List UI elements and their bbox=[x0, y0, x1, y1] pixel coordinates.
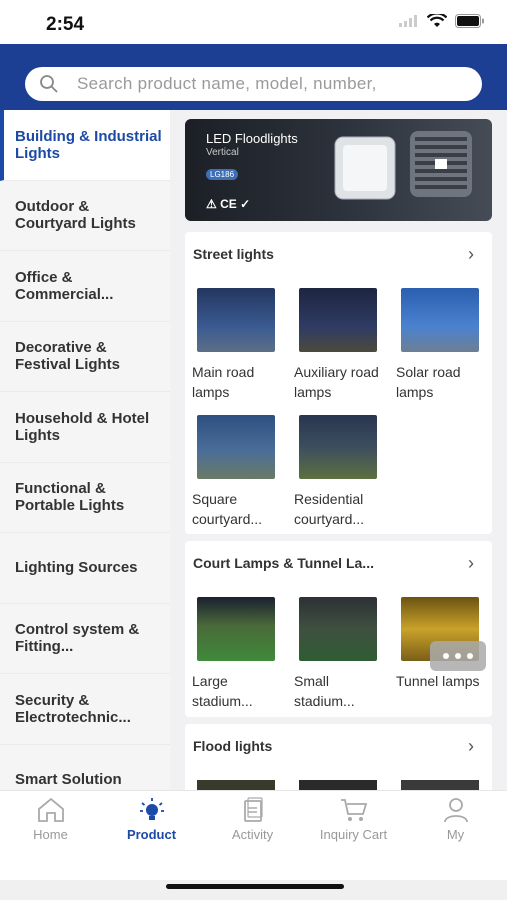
sidebar-item-outdoor-courtyard[interactable]: Outdoor & Courtyard Lights bbox=[0, 181, 170, 251]
header bbox=[0, 44, 507, 110]
promo-banner[interactable]: LED Floodlights Vertical LG186 ⚠ CE ✓ bbox=[185, 119, 492, 221]
tab-my[interactable]: My bbox=[405, 797, 506, 842]
sidebar-item-decorative-festival[interactable]: Decorative & Festival Lights bbox=[0, 322, 170, 392]
sidebar-item-household-hotel[interactable]: Household & Hotel Lights bbox=[0, 392, 170, 463]
search-bar[interactable] bbox=[25, 67, 482, 101]
product-image bbox=[401, 288, 479, 352]
tab-activity[interactable]: Activity bbox=[202, 797, 303, 842]
home-icon bbox=[37, 797, 64, 822]
banner-tag: LG186 bbox=[206, 169, 239, 180]
sidebar-item-label: Household & Hotel Lights bbox=[15, 409, 150, 444]
product-label: Residential courtyard... bbox=[294, 491, 365, 527]
sidebar-item-label: Security & Electrotechnic... bbox=[15, 691, 131, 726]
category-card-court-tunnel-lamps: Court Lamps & Tunnel La... › Large stadi… bbox=[185, 541, 492, 717]
category-sidebar: Building & Industrial Lights Outdoor & C… bbox=[0, 110, 170, 790]
home-indicator-area bbox=[0, 880, 507, 900]
tab-label: Product bbox=[126, 827, 177, 842]
dot-icon bbox=[467, 653, 473, 659]
card-header[interactable]: Street lights › bbox=[185, 232, 492, 276]
product-label: Solar road lamps bbox=[396, 364, 461, 400]
floodlight-image bbox=[334, 131, 472, 200]
product-tile[interactable]: Auxiliary road lamps bbox=[294, 288, 384, 402]
sidebar-item-label: Outdoor & Courtyard Lights bbox=[15, 198, 136, 233]
document-icon bbox=[243, 797, 263, 822]
chevron-right-icon[interactable]: › bbox=[468, 244, 474, 265]
product-tile[interactable]: Square courtyard... bbox=[192, 415, 282, 529]
status-bar: 2:54 bbox=[0, 0, 507, 44]
sidebar-item-label: Office & Commercial... bbox=[15, 268, 114, 303]
home-indicator[interactable] bbox=[166, 884, 344, 889]
category-card-flood-lights: Flood lights › bbox=[185, 724, 492, 790]
bottom-tab-bar: Home Product Activity Inquiry Cart My bbox=[0, 790, 507, 880]
product-tile[interactable]: Residential courtyard... bbox=[294, 415, 384, 529]
product-tile[interactable]: Large stadium... bbox=[192, 597, 282, 711]
lightbulb-icon bbox=[139, 798, 164, 820]
user-icon bbox=[443, 798, 468, 823]
sidebar-item-label: Smart Solution bbox=[15, 770, 122, 788]
sidebar-item-functional-portable[interactable]: Functional & Portable Lights bbox=[0, 463, 170, 533]
product-label: Small stadium... bbox=[294, 673, 355, 709]
dot-icon bbox=[455, 653, 461, 659]
tab-inquiry-cart[interactable]: Inquiry Cart bbox=[303, 797, 404, 842]
product-image bbox=[299, 288, 377, 352]
product-tile[interactable]: Solar road lamps bbox=[396, 288, 486, 402]
product-image-strip bbox=[197, 780, 487, 790]
sidebar-item-label: Building & Industrial Lights bbox=[15, 127, 162, 162]
sidebar-item-control-system[interactable]: Control system & Fitting... bbox=[0, 604, 170, 674]
category-card-street-lights: Street lights › Main road lamps Auxiliar… bbox=[185, 232, 492, 534]
card-header[interactable]: Flood lights › bbox=[185, 724, 492, 768]
tab-label: Home bbox=[33, 827, 68, 842]
sidebar-item-building-industrial[interactable]: Building & Industrial Lights bbox=[0, 110, 170, 181]
signal-icon bbox=[399, 15, 417, 27]
sidebar-item-label: Functional & Portable Lights bbox=[15, 480, 125, 515]
banner-subtitle: Vertical bbox=[206, 147, 239, 158]
sidebar-item-office-commercial[interactable]: Office & Commercial... bbox=[0, 251, 170, 322]
product-label: Large stadium... bbox=[192, 673, 253, 709]
chevron-right-icon[interactable]: › bbox=[468, 553, 474, 574]
card-title: Court Lamps & Tunnel La... bbox=[193, 555, 374, 571]
search-icon bbox=[40, 75, 58, 93]
product-tile[interactable]: Small stadium... bbox=[294, 597, 384, 711]
status-time: 2:54 bbox=[46, 14, 85, 35]
product-image bbox=[299, 597, 377, 661]
product-image bbox=[197, 288, 275, 352]
sidebar-item-label: Lighting Sources bbox=[15, 559, 138, 577]
product-tile[interactable]: Main road lamps bbox=[192, 288, 282, 402]
product-content: LED Floodlights Vertical LG186 ⚠ CE ✓ St… bbox=[170, 110, 507, 790]
cart-icon bbox=[340, 799, 367, 821]
tab-home[interactable]: Home bbox=[0, 797, 101, 842]
product-label: Square courtyard... bbox=[192, 491, 263, 527]
tab-label: Inquiry Cart bbox=[319, 827, 388, 842]
product-image bbox=[197, 597, 275, 661]
sidebar-item-smart-solution[interactable]: Smart Solution bbox=[0, 745, 170, 791]
product-image bbox=[197, 415, 275, 479]
sidebar-item-label: Decorative & Festival Lights bbox=[15, 339, 121, 374]
tab-label: My bbox=[446, 827, 465, 842]
card-title: Flood lights bbox=[193, 738, 273, 754]
chat-button[interactable] bbox=[430, 641, 486, 671]
banner-title: LED Floodlights bbox=[206, 131, 298, 146]
wifi-icon bbox=[427, 14, 447, 27]
dot-icon bbox=[443, 653, 449, 659]
sidebar-item-lighting-sources[interactable]: Lighting Sources bbox=[0, 533, 170, 604]
sidebar-item-security-electrotechnic[interactable]: Security & Electrotechnic... bbox=[0, 674, 170, 745]
tab-label: Activity bbox=[231, 827, 274, 842]
status-icons bbox=[399, 14, 485, 28]
product-image bbox=[299, 415, 377, 479]
product-label: Main road lamps bbox=[192, 364, 255, 400]
certification-marks: ⚠ CE ✓ bbox=[206, 197, 251, 211]
battery-icon bbox=[455, 14, 484, 28]
search-input[interactable] bbox=[77, 74, 457, 94]
card-title: Street lights bbox=[193, 246, 274, 262]
card-header[interactable]: Court Lamps & Tunnel La... › bbox=[185, 541, 492, 585]
tab-product[interactable]: Product bbox=[101, 797, 202, 842]
sidebar-item-label: Control system & Fitting... bbox=[15, 621, 140, 656]
product-label: Auxiliary road lamps bbox=[294, 364, 379, 400]
chevron-right-icon[interactable]: › bbox=[468, 736, 474, 757]
product-label: Tunnel lamps bbox=[396, 673, 480, 689]
